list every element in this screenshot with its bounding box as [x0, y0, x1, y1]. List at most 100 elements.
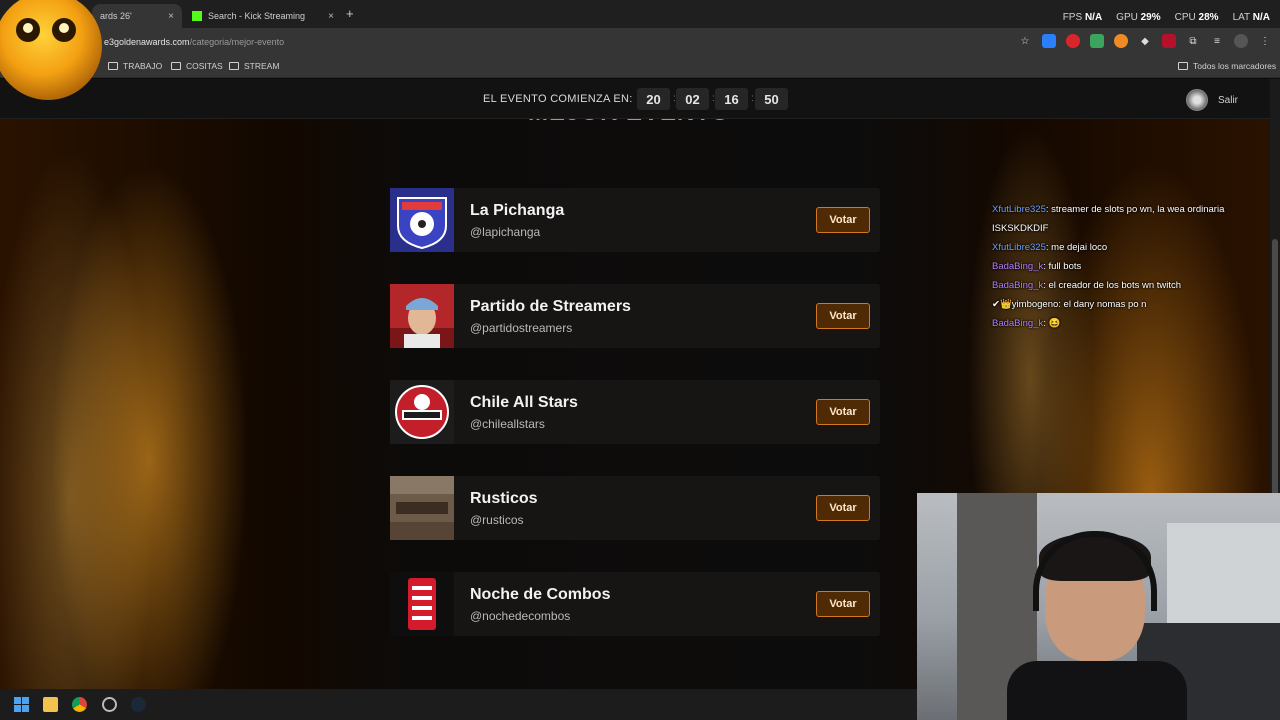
steam-icon[interactable] [131, 697, 146, 712]
nominee-card: Chile All Stars @chileallstars Votar [390, 380, 880, 444]
nominee-name: Rusticos [470, 490, 538, 507]
folder-icon [1178, 62, 1188, 70]
extension-icon[interactable] [1042, 34, 1056, 48]
countdown-seconds: 50 [755, 88, 788, 110]
nominee-card: Noche de Combos @nochedecombos Votar [390, 572, 880, 636]
folder-icon [229, 62, 239, 70]
chat-username: BadaBing_k [992, 318, 1044, 329]
webcam-background-shelf [1167, 523, 1280, 633]
chat-message: BadaBing_k: full bots [992, 261, 1082, 272]
chat-message: XfutLibre325: me dejai loco [992, 242, 1108, 253]
puzzle-extensions-icon[interactable]: ⧉ [1186, 34, 1200, 48]
media-controls-icon[interactable]: ≡ [1210, 34, 1224, 48]
chat-message: BadaBing_k: el creador de los bots wn tw… [992, 280, 1182, 291]
extension-icon[interactable] [1114, 34, 1128, 48]
partido-streamers-photo-icon [390, 284, 454, 348]
browser-menu-icon[interactable]: ⋮ [1258, 34, 1272, 48]
streamer-shirt [1007, 661, 1187, 720]
nominee-card: La Pichanga @lapichanga Votar [390, 188, 880, 252]
tab-e3golden-awards[interactable]: ards 26' × [92, 4, 182, 28]
obs-icon[interactable] [102, 697, 117, 712]
folder-icon [108, 62, 118, 70]
emoji-eye [52, 18, 76, 42]
url-path: /categoria/mejor-evento [189, 37, 285, 47]
new-tab-button[interactable]: + [346, 6, 354, 21]
bookmark-folder-cositas[interactable]: COSITAS [171, 61, 223, 71]
lat-stat: LAT N/A [1232, 12, 1270, 23]
chat-text: el dany nomas po n [1060, 299, 1147, 310]
nominee-handle[interactable]: @lapichanga [470, 225, 540, 239]
chat-text: el creador de los bots wn twitch [1045, 280, 1182, 291]
vote-button[interactable]: Votar [816, 591, 870, 617]
streamer-webcam [917, 493, 1280, 720]
chat-username: XfutLibre325 [992, 242, 1046, 253]
bookmarks-bar: TRABAJO COSITAS STREAM Todos los marcado… [0, 56, 1280, 78]
scrollbar-thumb[interactable] [1272, 239, 1278, 519]
all-bookmarks-folder[interactable]: Todos los marcadores [1178, 61, 1276, 71]
chrome-icon[interactable] [72, 697, 87, 712]
file-explorer-icon[interactable] [43, 697, 58, 712]
profile-avatar-icon[interactable] [1234, 34, 1248, 48]
url-field[interactable]: e3goldenawards.com/categoria/mejor-event… [104, 37, 284, 47]
nominee-card: Partido de Streamers @partidostreamers V… [390, 284, 880, 348]
chat-text: 😆 [1045, 318, 1061, 329]
vote-button[interactable]: Votar [816, 495, 870, 521]
tab-title: Search - Kick Streaming [208, 11, 306, 21]
chile-all-stars-logo-icon [390, 380, 454, 444]
extension-icon[interactable]: ◆ [1138, 34, 1152, 48]
countdown-header: EL EVENTO COMIENZA EN: 20 : 02 : 16 : 50… [0, 79, 1270, 119]
chat-message: XfutLibre325: streamer de slots po wn, l… [992, 204, 1225, 234]
emoji-eye [16, 18, 40, 42]
chat-username: BadaBing_k [992, 261, 1044, 272]
stream-chat-overlay: XfutLibre325: streamer de slots po wn, l… [992, 200, 1262, 333]
chat-username: ✔👑yimbogeno [992, 299, 1059, 310]
nominee-name: Noche de Combos [470, 586, 611, 603]
tab-kick-search[interactable]: Search - Kick Streaming × [184, 4, 342, 28]
nominee-card: Rusticos @rusticos Votar [390, 476, 880, 540]
logout-label: Salir [1218, 94, 1239, 106]
nominee-handle[interactable]: @nochedecombos [470, 609, 570, 623]
countdown-minutes: 16 [715, 88, 748, 110]
lapichanga-logo-icon [390, 188, 454, 252]
vote-button[interactable]: Votar [816, 303, 870, 329]
nominee-handle[interactable]: @partidostreamers [470, 321, 572, 335]
screen: ards 26' × Search - Kick Streaming × + F… [0, 0, 1280, 720]
close-tab-icon[interactable]: × [328, 11, 334, 22]
nominee-name: La Pichanga [470, 202, 565, 219]
chat-text: full bots [1045, 261, 1082, 272]
extension-icon[interactable] [1066, 34, 1080, 48]
fps-stat: FPS N/A [1062, 12, 1103, 23]
chat-text: me dejai loco [1048, 242, 1108, 253]
bookmark-star-icon[interactable]: ☆ [1018, 34, 1032, 48]
bookmark-folder-stream[interactable]: STREAM [229, 61, 279, 71]
chat-username: XfutLibre325 [992, 204, 1046, 215]
bookmark-folder-trabajo[interactable]: TRABAJO [108, 61, 162, 71]
countdown-days: 20 [637, 88, 670, 110]
address-bar: e3goldenawards.com/categoria/mejor-event… [0, 28, 1280, 56]
vote-button[interactable]: Votar [816, 399, 870, 425]
url-host: e3goldenawards.com [104, 37, 190, 47]
chat-message: ✔👑yimbogeno: el dany nomas po n [992, 299, 1147, 310]
nominee-handle[interactable]: @rusticos [470, 513, 524, 527]
extension-icon[interactable] [1162, 34, 1176, 48]
nominee-name: Partido de Streamers [470, 298, 631, 315]
rusticos-logo-icon [390, 476, 454, 540]
extensions-toolbar: ☆ ◆ ⧉ ≡ ⋮ [1018, 34, 1272, 48]
browser-tab-bar: ards 26' × Search - Kick Streaming × + F… [0, 0, 1280, 28]
chat-message: BadaBing_k: 😆 [992, 318, 1061, 329]
nominee-name: Chile All Stars [470, 394, 578, 411]
vote-button[interactable]: Votar [816, 207, 870, 233]
folder-icon [171, 62, 181, 70]
logout-button[interactable]: Salir [1186, 89, 1238, 111]
windows-taskbar [0, 689, 917, 720]
countdown-label: EL EVENTO COMIENZA EN: [483, 93, 633, 105]
close-tab-icon[interactable]: × [168, 11, 174, 22]
windows-start-icon[interactable] [14, 697, 29, 712]
kick-favicon-icon [192, 11, 202, 21]
tab-title: ards 26' [100, 11, 132, 21]
nominee-handle[interactable]: @chileallstars [470, 417, 545, 431]
countdown-separator: : [751, 93, 754, 104]
gpu-stat: GPU 29% [1116, 12, 1161, 23]
noche-de-combos-logo-icon [390, 572, 454, 636]
extension-icon[interactable] [1090, 34, 1104, 48]
